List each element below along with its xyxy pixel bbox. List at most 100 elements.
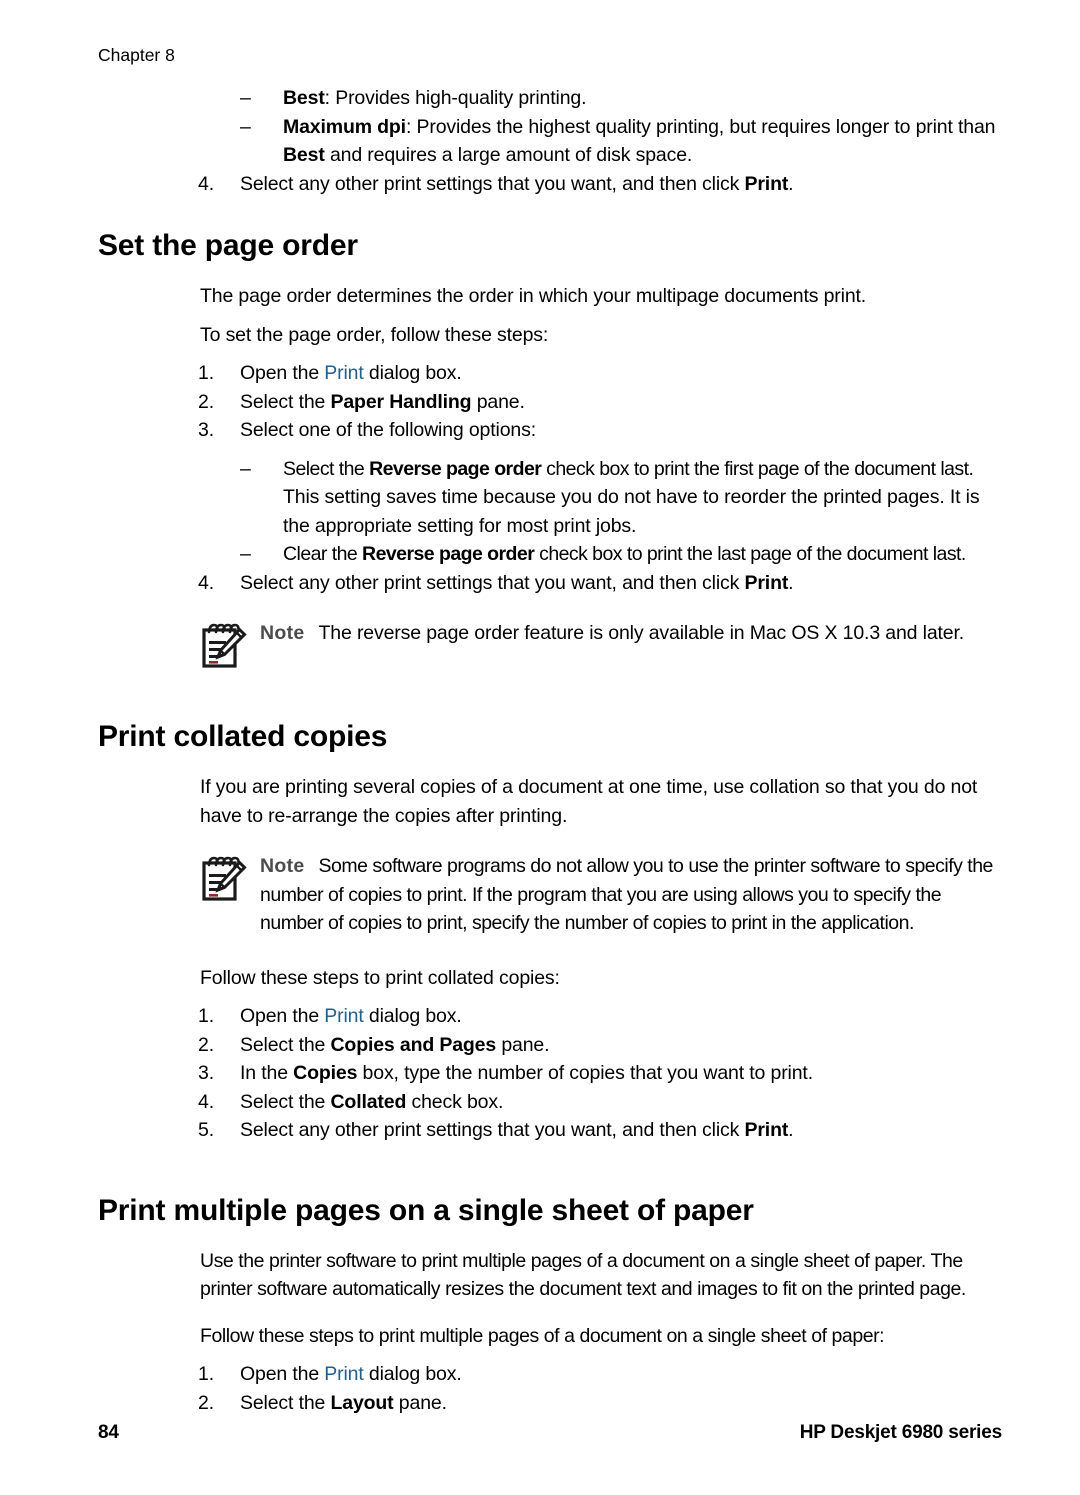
list-item: – Clear the Reverse page order check box… <box>240 540 1045 569</box>
step-text-post: pane. <box>471 390 525 413</box>
dash-marker: – <box>240 87 251 109</box>
note-block-page-order: Note The reverse page order feature is on… <box>198 619 1080 671</box>
note-label: Note <box>260 855 305 877</box>
multiple-pages-steps: 1. Open the Print dialog box. 2. Select … <box>0 1360 1080 1417</box>
section-heading-collated: Print collated copies <box>98 720 388 753</box>
print-button-ref: Print <box>744 172 789 195</box>
step-text-post: dialog box. <box>363 1363 462 1385</box>
notepad-pencil-icon <box>198 621 250 673</box>
step-text-pre: Select the <box>240 390 331 413</box>
option-desc-maxdpi-a: : Provides the highest quality printing,… <box>405 115 996 138</box>
list-item: 3. In the Copies box, type the number of… <box>198 1059 1002 1088</box>
step-number: 2. <box>198 1033 214 1056</box>
quality-options-list: – Best: Provides high-quality printing. … <box>0 84 1080 170</box>
dash-marker: – <box>240 115 251 138</box>
note-text: Some software programs do not allow you … <box>260 855 993 934</box>
step-text-pre: Select the <box>240 1090 331 1113</box>
sub-text-post: check box to print the last page of the … <box>534 543 966 565</box>
list-item: 4. Select the Collated check box. <box>198 1088 1002 1117</box>
step-text-pre: Select the <box>240 1391 331 1414</box>
list-item: 1. Open the Print dialog box. <box>198 1360 1002 1389</box>
step-number: 3. <box>198 1062 214 1084</box>
note-text: The reverse page order feature is only a… <box>318 622 965 644</box>
multiple-pages-lead-in: Follow these steps to print multiple pag… <box>200 1324 885 1347</box>
step-text-post: pane. <box>496 1033 550 1056</box>
step-number: 1. <box>198 1363 214 1385</box>
collated-checkbox-ref: Collated <box>330 1090 407 1113</box>
copies-box-ref: Copies <box>293 1062 358 1084</box>
page-footer: 84 HP Deskjet 6980 series <box>0 1422 1080 1452</box>
quality-steps-continued: 4. Select any other print settings that … <box>0 170 1080 199</box>
step-text-post: . <box>788 172 794 195</box>
list-item: 5. Select any other print settings that … <box>198 1116 1002 1145</box>
list-item: 1. Open the Print dialog box. <box>198 359 1002 388</box>
step-text-post: . <box>788 1119 794 1141</box>
option-name-best: Best <box>283 87 325 109</box>
page-order-lead-in: To set the page order, follow these step… <box>200 323 549 346</box>
list-item: 3. Select one of the following options: <box>198 416 1002 445</box>
collated-lead-in: Follow these steps to print collated cop… <box>200 966 560 989</box>
note-text-container: Note The reverse page order feature is on… <box>260 619 1000 648</box>
page-content: – Best: Provides high-quality printing. … <box>0 84 1080 1417</box>
sub-text-pre: Clear the <box>283 543 363 565</box>
dash-marker: – <box>240 543 251 565</box>
print-dialog-link[interactable]: Print <box>324 1005 364 1027</box>
page-number: 84 <box>98 1422 119 1443</box>
step-text-pre: Select any other print settings that you… <box>240 172 745 195</box>
list-item: 2. Select the Paper Handling pane. <box>198 388 1002 417</box>
reverse-page-order-checkbox-ref: Reverse page order <box>362 543 535 565</box>
step-text-pre: Open the <box>240 1363 325 1385</box>
note-label: Note <box>260 622 305 644</box>
page-order-sub-options-2: – Clear the Reverse page order check box… <box>0 540 1080 569</box>
step-number: 2. <box>198 1391 214 1414</box>
collated-steps: 1. Open the Print dialog box. 2. Select … <box>0 1002 1080 1145</box>
page-order-sub-continuation: This setting saves time because you do n… <box>283 486 980 537</box>
multiple-pages-intro: Use the printer software to print multip… <box>200 1249 966 1301</box>
collated-intro: If you are printing several copies of a … <box>200 776 978 827</box>
page-order-intro: The page order determines the order in w… <box>200 285 867 307</box>
copies-and-pages-pane-ref: Copies and Pages <box>330 1033 497 1056</box>
step-text-pre: Select the <box>240 1033 331 1056</box>
list-item: – Maximum dpi: Provides the highest qual… <box>240 113 1002 170</box>
list-item: – Select the Reverse page order check bo… <box>240 455 1045 484</box>
list-item: 4. Select any other print settings that … <box>198 170 1002 199</box>
step-number: 5. <box>198 1119 214 1141</box>
list-item: 4. Select any other print settings that … <box>198 569 1002 598</box>
step-text-post: check box. <box>406 1090 504 1113</box>
step-text-post: . <box>788 571 794 594</box>
note-text-container: Note Some software programs do not allow … <box>260 852 1000 938</box>
step-number: 4. <box>198 571 214 594</box>
layout-pane-ref: Layout <box>330 1391 394 1414</box>
option-ref-best: Best <box>283 144 325 166</box>
document-page: Chapter 8 – Best: Provides high-quality … <box>0 0 1080 1495</box>
step-text-post: dialog box. <box>363 362 462 384</box>
product-name: HP Deskjet 6980 series <box>799 1422 1002 1443</box>
step-number: 2. <box>198 390 214 413</box>
list-item: 1. Open the Print dialog box. <box>198 1002 1002 1031</box>
step-number: 4. <box>198 1090 214 1113</box>
print-dialog-link[interactable]: Print <box>324 362 364 384</box>
print-button-ref: Print <box>744 571 789 594</box>
option-desc-best: : Provides high-quality printing. <box>324 87 587 109</box>
step-text-pre: Select one of the following options: <box>240 419 536 441</box>
section-heading-page-order: Set the page order <box>98 229 358 262</box>
step-text-post: box, type the number of copies that you … <box>357 1062 814 1084</box>
step-text-post: pane. <box>393 1391 447 1414</box>
step-text-pre: Open the <box>240 362 325 384</box>
step-text-post: dialog box. <box>363 1005 462 1027</box>
note-block-collated: Note Some software programs do not allow … <box>198 852 1080 938</box>
sub-text-post: check box to print the first page of the… <box>541 457 974 480</box>
step-text-pre: Open the <box>240 1005 325 1027</box>
list-item: – Best: Provides high-quality printing. <box>240 84 1002 113</box>
page-order-sub-options: – Select the Reverse page order check bo… <box>0 455 1080 484</box>
reverse-page-order-checkbox-ref: Reverse page order <box>369 457 542 480</box>
option-desc-maxdpi-b: and requires a large amount of disk spac… <box>324 144 693 166</box>
list-item: 2. Select the Layout pane. <box>198 1389 1002 1418</box>
step-number: 1. <box>198 362 214 384</box>
print-dialog-link[interactable]: Print <box>324 1363 364 1385</box>
section-heading-multiple-pages: Print multiple pages on a single sheet o… <box>98 1193 754 1227</box>
print-button-ref: Print <box>744 1119 789 1141</box>
option-name-maxdpi: Maximum dpi <box>283 115 406 138</box>
dash-marker: – <box>240 457 251 480</box>
sub-text-pre: Select the <box>283 457 370 480</box>
